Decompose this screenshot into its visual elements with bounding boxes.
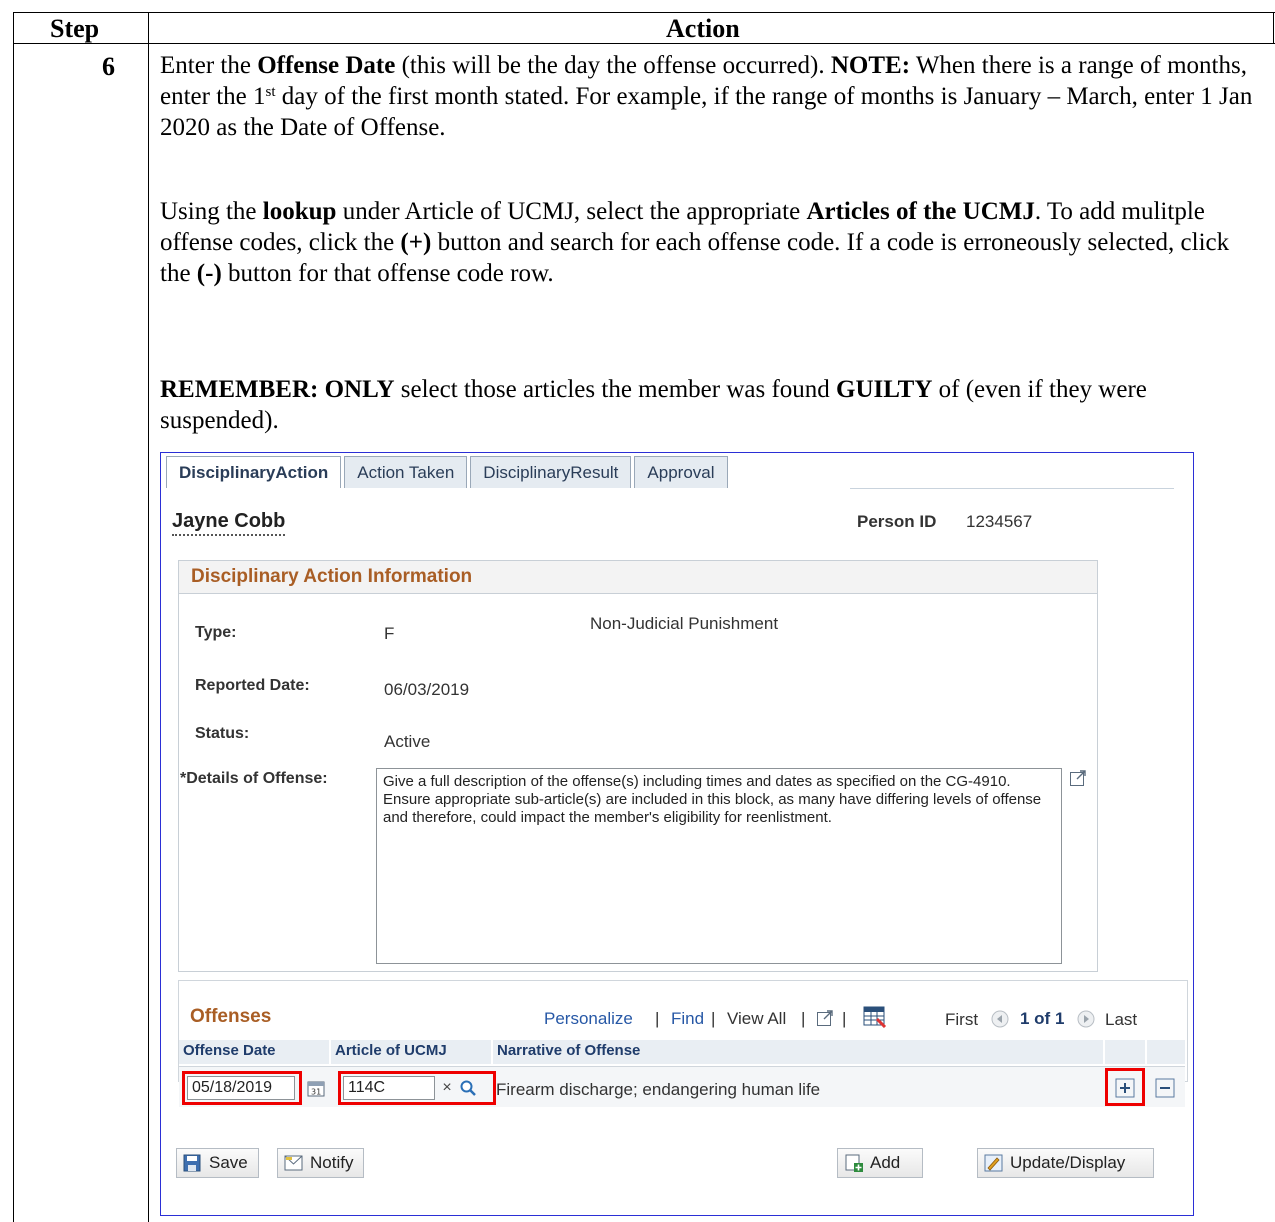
tab-approval[interactable]: Approval [634, 456, 728, 488]
table-right-border [1273, 12, 1274, 44]
header-action: Action [666, 14, 740, 43]
reported-date-value: 06/03/2019 [384, 680, 470, 699]
zoom-grid-icon[interactable] [814, 1007, 836, 1029]
details-textarea[interactable]: Give a full description of the offense(s… [376, 768, 1062, 964]
details-label: *Details of Offense: [180, 770, 328, 787]
notify-icon [284, 1154, 304, 1172]
notify-label: Notify [310, 1153, 354, 1172]
app-screenshot-content: DisciplinaryAction Action Taken Discipli… [160, 452, 1194, 1216]
column-header-narrative[interactable]: Narrative of Offense [493, 1040, 1103, 1064]
article-highlight [338, 1071, 496, 1105]
find-link[interactable]: Find [671, 1009, 704, 1029]
group-title: Disciplinary Action Information [191, 566, 473, 587]
instruction-paragraph-2: Using the lookup under Article of UCMJ, … [160, 198, 1230, 287]
tab-bar: DisciplinaryAction Action Taken Discipli… [166, 456, 731, 488]
status-label: Status: [195, 725, 250, 742]
nav-separator: | [655, 1009, 660, 1028]
tab-disciplinary-result[interactable]: DisciplinaryResult [470, 456, 632, 488]
person-id-label: Person ID [857, 512, 937, 531]
column-header-add [1105, 1040, 1145, 1064]
status-value: Active [384, 732, 431, 751]
save-label: Save [209, 1153, 248, 1172]
offense-date-highlight [182, 1071, 302, 1105]
save-button[interactable]: Save [176, 1148, 259, 1178]
svg-text:31: 31 [311, 1088, 321, 1097]
instruction-paragraph-3: REMEMBER: ONLY select those articles the… [160, 376, 1147, 434]
column-header-delete [1147, 1040, 1185, 1064]
first-label[interactable]: First [945, 1010, 978, 1030]
personalize-link[interactable]: Personalize [544, 1009, 633, 1029]
download-grid-icon[interactable] [862, 1005, 888, 1029]
notify-button[interactable]: Notify [277, 1148, 365, 1178]
table-header-divider [13, 43, 1275, 44]
tab-action-taken[interactable]: Action Taken [344, 456, 468, 488]
last-label[interactable]: Last [1105, 1010, 1137, 1030]
next-row-icon[interactable] [1076, 1009, 1096, 1029]
view-all-link[interactable]: View All [727, 1009, 786, 1029]
delete-row-icon[interactable] [1154, 1077, 1176, 1099]
employee-name: Jayne Cobb [172, 510, 286, 536]
tab-underline [850, 488, 1174, 489]
table-top-border [13, 12, 1275, 13]
nav-separator: | [711, 1009, 716, 1028]
table-left-border [13, 12, 14, 1222]
update-display-label: Update/Display [1010, 1153, 1126, 1172]
person-id-value: 1234567 [966, 512, 1033, 531]
calendar-icon[interactable]: 31 [306, 1078, 326, 1098]
row-count: 1 of 1 [1020, 1009, 1065, 1028]
step-number: 6 [102, 52, 115, 81]
offenses-title: Offenses [190, 1006, 272, 1027]
table-column-divider [148, 12, 149, 1222]
column-header-offense-date[interactable]: Offense Date [179, 1040, 329, 1064]
pencil-icon [984, 1154, 1004, 1172]
type-code: F [384, 624, 395, 643]
type-label: Type: [195, 624, 237, 641]
add-row-highlight [1105, 1068, 1145, 1106]
column-header-article[interactable]: Article of UCMJ [331, 1040, 491, 1064]
nav-separator: | [801, 1009, 806, 1028]
type-description: Non-Judicial Punishment [590, 614, 779, 633]
expand-textarea-icon[interactable] [1068, 768, 1088, 788]
instruction-paragraph-1: Enter the Offense Date (this will be the… [160, 52, 1253, 141]
tab-disciplinary-action[interactable]: DisciplinaryAction [166, 456, 342, 488]
previous-row-icon[interactable] [990, 1009, 1010, 1029]
add-page-icon [844, 1154, 864, 1172]
header-step: Step [50, 14, 100, 43]
add-label: Add [870, 1153, 901, 1172]
group-header: Disciplinary Action Information [179, 561, 1097, 594]
update-display-button[interactable]: Update/Display [977, 1148, 1155, 1178]
narrative-value: Firearm discharge; endangering human lif… [496, 1080, 821, 1099]
reported-date-label: Reported Date: [195, 677, 310, 694]
floppy-disk-icon [183, 1154, 203, 1172]
add-button[interactable]: Add [837, 1148, 924, 1178]
nav-separator: | [842, 1009, 847, 1028]
